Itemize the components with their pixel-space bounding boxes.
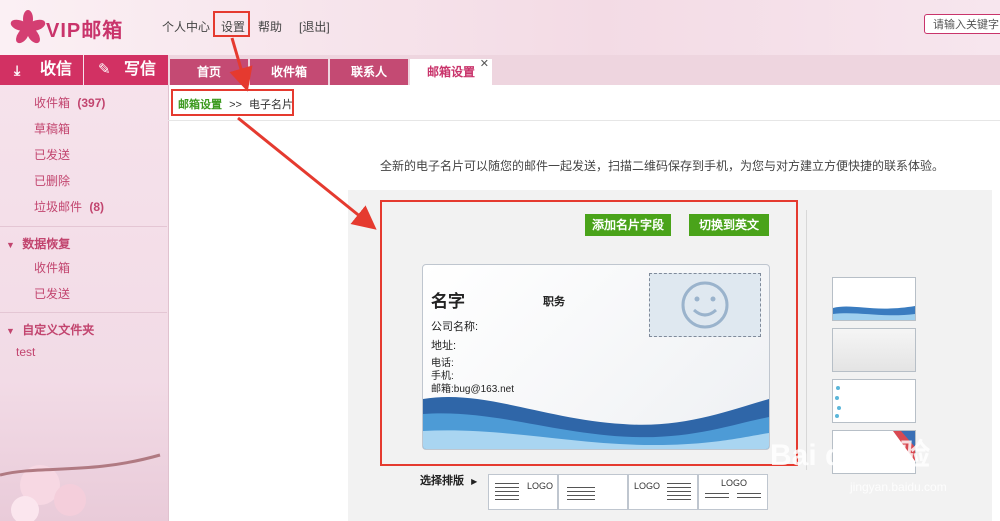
- watermark: Bai du 经验: [770, 439, 931, 472]
- layout-option-1[interactable]: LOGO: [488, 474, 558, 510]
- custom-folder-test[interactable]: test: [16, 345, 35, 359]
- sidebar-item-inbox[interactable]: 收件箱 (397): [34, 94, 105, 111]
- inbox-button[interactable]: ⤓ 收信: [0, 55, 83, 85]
- sidebar-divider: [0, 226, 167, 227]
- tab-home[interactable]: 首页: [170, 59, 248, 85]
- recovery-item-inbox[interactable]: 收件箱: [34, 259, 70, 276]
- tab-inbox[interactable]: 收件箱: [250, 59, 328, 85]
- compose-icon: ✎: [98, 61, 111, 78]
- layout-logo-text: LOGO: [634, 481, 661, 491]
- blossom-decoration: [0, 453, 161, 521]
- search-input[interactable]: 请输入关键字: [924, 14, 1000, 34]
- logout-link[interactable]: [退出]: [299, 18, 330, 35]
- watermark-url: jingyan.baidu.com: [850, 480, 947, 494]
- tab-mail-settings[interactable]: 邮箱设置 ✕: [410, 58, 492, 85]
- help-link[interactable]: 帮助: [258, 18, 282, 35]
- header-divider: [168, 120, 1000, 121]
- close-tab-icon[interactable]: ✕: [480, 51, 489, 77]
- sidebar-item-deleted[interactable]: 已删除: [34, 172, 70, 189]
- sidebar-item-sent[interactable]: 已发送: [34, 146, 70, 163]
- template-thumb-dots[interactable]: [832, 379, 916, 423]
- settings-highlight-box: [213, 11, 250, 37]
- sidebar-item-drafts[interactable]: 草稿箱: [34, 120, 70, 137]
- collapse-arrow-icon: ▼: [6, 326, 15, 336]
- brand-name: VIP邮箱: [46, 20, 124, 42]
- sidebar-item-spam[interactable]: 垃圾邮件 (8): [34, 198, 104, 215]
- layout-option-4[interactable]: LOGO: [698, 474, 768, 510]
- template-thumb-gray-pattern[interactable]: [832, 328, 916, 372]
- intro-text: 全新的电子名片可以随您的邮件一起发送，扫描二维码保存到手机，为您与对方建立方便快…: [380, 159, 945, 173]
- profile-link[interactable]: 个人中心: [162, 18, 210, 35]
- layout-logo-text: LOGO: [721, 478, 748, 488]
- layout-logo-text: LOGO: [527, 481, 554, 491]
- tab-contacts[interactable]: 联系人: [330, 59, 408, 85]
- compose-button[interactable]: ✎ 写信: [84, 55, 168, 85]
- layout-option-3[interactable]: LOGO: [628, 474, 698, 510]
- custom-folders-header[interactable]: ▼ 自定义文件夹: [6, 321, 94, 338]
- template-thumb-blue-wave[interactable]: [832, 277, 916, 321]
- recovery-section-header[interactable]: ▼ 数据恢复: [6, 235, 70, 252]
- sidebar-divider: [0, 312, 167, 313]
- sidebar: [0, 55, 169, 521]
- collapse-arrow-icon: ▼: [6, 240, 15, 250]
- recovery-item-sent[interactable]: 已发送: [34, 285, 70, 302]
- breadcrumb-highlight-box: [171, 89, 294, 116]
- caret-right-icon: ▶: [471, 477, 478, 486]
- layout-label: 选择排版 ▶: [420, 475, 478, 487]
- inbox-icon: ⤓: [14, 62, 21, 78]
- card-highlight-box: [380, 200, 798, 466]
- layout-option-2[interactable]: [558, 474, 628, 510]
